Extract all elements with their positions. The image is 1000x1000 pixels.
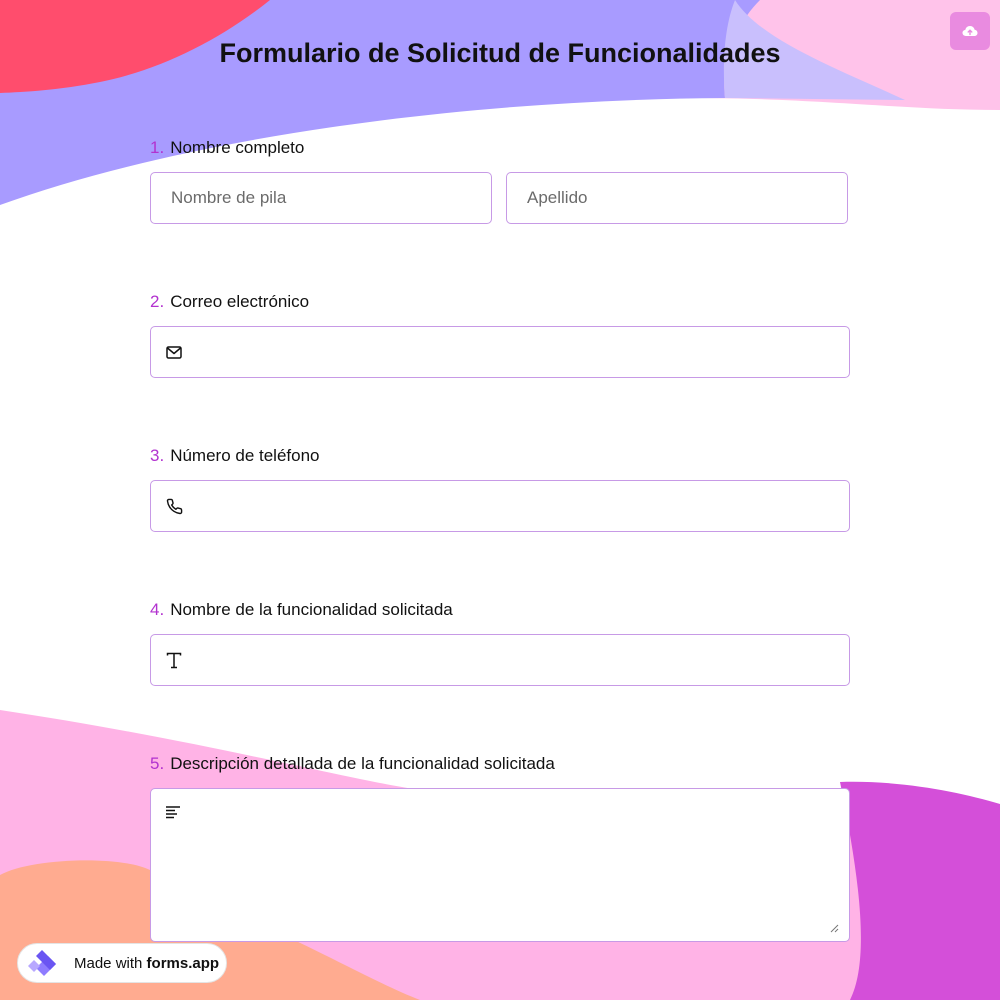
badge-prefix: Made with (74, 954, 143, 972)
question-label: 2. Correo electrónico (150, 291, 850, 313)
phone-field[interactable] (150, 480, 850, 532)
mail-icon (165, 343, 183, 361)
question-text: Nombre de la funcionalidad solicitada (170, 600, 453, 619)
question-feature-description: 5. Descripción detallada de la funcional… (150, 753, 850, 942)
question-label: 5. Descripción detallada de la funcional… (150, 753, 850, 775)
question-phone: 3. Número de teléfono (150, 445, 850, 532)
question-number: 5. (150, 754, 165, 773)
question-label: 3. Número de teléfono (150, 445, 850, 467)
phone-icon (165, 497, 183, 515)
badge-brand: forms.app (146, 954, 220, 972)
magenta-blob-bottom-right (840, 781, 1000, 1000)
first-name-input[interactable] (150, 172, 492, 224)
question-label: 4. Nombre de la funcionalidad solicitada (150, 599, 850, 621)
question-text: Correo electrónico (170, 292, 310, 311)
feature-description-textarea[interactable] (150, 788, 850, 942)
resize-handle-icon[interactable] (830, 924, 839, 933)
question-text: Número de teléfono (170, 446, 320, 465)
question-email: 2. Correo electrónico (150, 291, 850, 378)
badge-label: Made with forms.app (74, 955, 219, 972)
form-title: Formulario de Solicitud de Funcionalidad… (219, 38, 781, 68)
question-text: Nombre completo (170, 138, 305, 157)
cloud-upload-icon (962, 26, 978, 36)
name-fields (150, 172, 850, 224)
question-number: 1. (150, 138, 165, 157)
email-field[interactable] (150, 326, 850, 378)
question-label: 1. Nombre completo (150, 137, 850, 159)
feature-name-field[interactable] (150, 634, 850, 686)
question-feature-name: 4. Nombre de la funcionalidad solicitada (150, 599, 850, 686)
question-number: 3. (150, 446, 165, 465)
forms-app-logo-icon (28, 950, 56, 976)
question-full-name: 1. Nombre completo (150, 137, 850, 224)
last-name-input[interactable] (506, 172, 848, 224)
question-number: 4. (150, 600, 165, 619)
paragraph-icon (165, 805, 181, 824)
question-number: 2. (150, 292, 165, 311)
save-button[interactable] (950, 12, 990, 50)
made-with-badge[interactable]: Made with forms.app (17, 943, 227, 983)
question-text: Descripción detallada de la funcionalida… (170, 754, 555, 773)
text-icon (165, 651, 183, 669)
